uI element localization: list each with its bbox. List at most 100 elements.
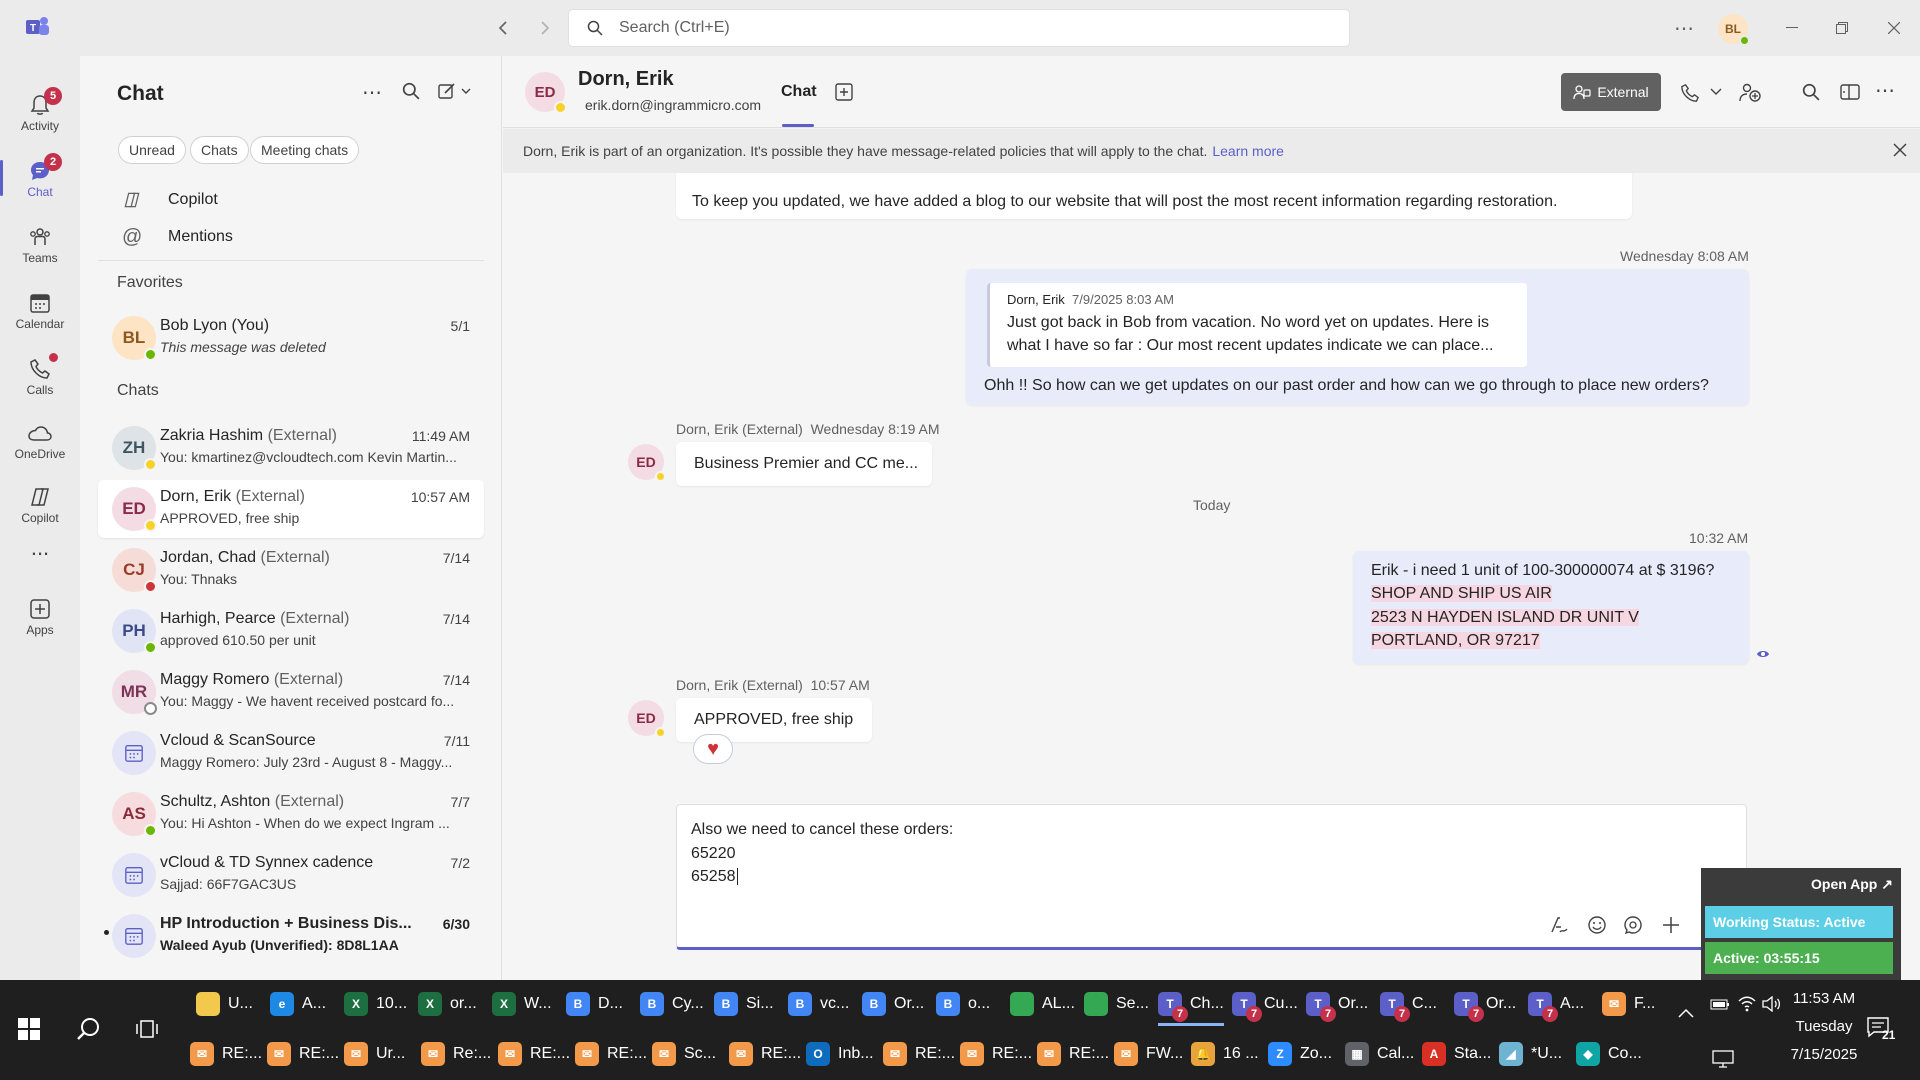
heart-reaction-icon[interactable]: ♥ <box>693 734 733 764</box>
message-bubble[interactable]: To keep you updated, we have added a blo… <box>676 173 1632 219</box>
search-input[interactable]: Search (Ctrl+E) <box>568 9 1350 47</box>
rail-calls[interactable]: Calls <box>0 346 80 406</box>
filter-chats[interactable]: Chats <box>190 136 249 164</box>
taskbar-app-button[interactable]: O Inb... <box>806 1032 874 1076</box>
message-bubble-own[interactable]: Dorn, Erik 7/9/2025 8:03 AM Just got bac… <box>966 269 1749 405</box>
contact-name[interactable]: Dorn, Erik <box>578 68 674 91</box>
taskbar-app-button[interactable]: ✉ F... <box>1602 982 1655 1026</box>
rail-calendar[interactable]: Calendar <box>0 280 80 340</box>
call-phone-icon[interactable] <box>1680 83 1700 103</box>
chat-list-item[interactable]: CJ Jordan, Chad (External) You: Thnaks 7/14 <box>98 541 484 599</box>
tab-chat[interactable]: Chat <box>781 83 817 101</box>
message-composer[interactable]: Also we need to cancel these orders: 652… <box>676 804 1747 950</box>
chat-search-icon[interactable] <box>402 82 420 100</box>
rail-chat[interactable]: 2 Chat <box>0 148 80 208</box>
taskbar-app-button[interactable]: X W... <box>492 982 552 1026</box>
clock-time[interactable]: 11:53 AM <box>1776 990 1872 1007</box>
taskbar-search-icon[interactable] <box>76 1016 102 1042</box>
taskbar-app-button[interactable]: ✉ FW... <box>1114 1032 1183 1076</box>
message-bubble[interactable]: Business Premier and CC me... <box>676 442 932 486</box>
taskbar-app-button[interactable]: ✉ Re:... <box>421 1032 491 1076</box>
rail-onedrive[interactable]: OneDrive <box>0 410 80 470</box>
sender-avatar[interactable]: ED <box>628 700 666 738</box>
maximize-icon[interactable] <box>1824 10 1860 46</box>
taskbar-app-button[interactable]: ✉ Sc... <box>652 1032 716 1076</box>
taskbar-app-button[interactable]: Bvc... <box>788 982 849 1026</box>
network-icon[interactable] <box>1712 1050 1734 1068</box>
favorites-header[interactable]: Favorites <box>117 274 183 292</box>
chat-list-item[interactable]: ZH Zakria Hashim (External) You: kmartinez… <box>98 419 484 477</box>
taskbar-app-button[interactable]: ✉ RE:... <box>575 1032 647 1076</box>
close-window-icon[interactable] <box>1876 10 1912 46</box>
format-icon[interactable] <box>1549 915 1569 935</box>
pop-out-icon[interactable] <box>1840 83 1860 101</box>
taskbar-app-button[interactable]: ▦ Cal... <box>1345 1032 1414 1076</box>
chat-list-item[interactable]: PH Harhigh, Pearce (External) approved 610… <box>98 602 484 660</box>
taskbar-app-button[interactable]: ✉ RE:... <box>498 1032 570 1076</box>
taskbar-app-button[interactable]: Xor... <box>418 982 477 1026</box>
taskbar-app-button[interactable]: ◢ *U... <box>1499 1032 1562 1076</box>
filter-unread[interactable]: Unread <box>118 136 186 164</box>
taskbar-app-button[interactable]: ✉ RE:... <box>1037 1032 1109 1076</box>
show-hidden-icons-icon[interactable] <box>1678 1008 1694 1018</box>
chat-list-item[interactable]: MR Maggy Romero (External) You: Maggy - We… <box>98 663 484 721</box>
wifi-icon[interactable] <box>1738 996 1756 1012</box>
nav-copilot[interactable]: Copilot <box>122 182 218 218</box>
taskbar-app-button[interactable]: ◆ Co... <box>1576 1032 1642 1076</box>
taskbar-app-button[interactable]: Z Zo... <box>1268 1032 1332 1076</box>
windows-start-icon[interactable] <box>18 1018 40 1040</box>
task-view-icon[interactable] <box>136 1018 158 1040</box>
minimize-icon[interactable] <box>1774 10 1810 46</box>
taskbar-app-button[interactable]: 🔔 16 ... <box>1191 1032 1259 1076</box>
taskbar-app-button[interactable]: X 10... <box>344 982 407 1026</box>
taskbar-app-button[interactable]: B Si... <box>714 982 774 1026</box>
chat-list-item[interactable]: ED Dorn, Erik (External) APPROVED, free sh… <box>98 480 484 538</box>
loop-component-icon[interactable] <box>1623 915 1643 935</box>
more-actions-icon[interactable]: ⋯ <box>1875 78 1895 103</box>
rail-apps[interactable]: Apps <box>0 586 80 646</box>
chats-header[interactable]: Chats <box>117 382 159 400</box>
chat-list-item[interactable]: Vcloud & ScanSource Maggy Romero: July 23… <box>98 724 484 782</box>
chat-list-item[interactable]: AS Schultz, Ashton (External) You: Hi Asht… <box>98 785 484 843</box>
quoted-reply[interactable]: Dorn, Erik 7/9/2025 8:03 AM Just got bac… <box>987 283 1527 367</box>
taskbar-app-button[interactable]: T 7 Or... <box>1306 982 1368 1026</box>
rail-teams[interactable]: Teams <box>0 214 80 274</box>
chat-list-item[interactable]: BL Bob Lyon (You) This message was deleted… <box>98 309 484 367</box>
message-bubble-own[interactable]: Erik - i need 1 unit of 100-300000074 at… <box>1353 551 1749 664</box>
rail-activity[interactable]: 5 Activity <box>0 82 80 142</box>
taskbar-app-button[interactable]: e A... <box>270 982 326 1026</box>
chat-list-more-icon[interactable]: ⋯ <box>362 80 382 105</box>
chat-list-item[interactable]: vCloud & TD Synnex cadence Sajjad: 66F7GA… <box>98 846 484 904</box>
taskbar-app-button[interactable]: ✉ Ur... <box>344 1032 405 1076</box>
add-people-icon[interactable] <box>1739 82 1763 104</box>
add-attachment-icon[interactable] <box>1661 915 1681 935</box>
taskbar-app-button[interactable]: T 7 Ch... <box>1158 982 1224 1026</box>
taskbar-app-button[interactable]: B Cy... <box>640 982 704 1026</box>
taskbar-app-button[interactable]: B D... <box>566 982 623 1026</box>
taskbar-app-button[interactable]: ✉ RE:... <box>190 1032 262 1076</box>
more-apps-icon[interactable]: ... <box>0 518 80 578</box>
taskbar-app-button[interactable]: U... <box>196 982 253 1026</box>
sender-avatar[interactable]: ED <box>628 444 666 482</box>
taskbar-app-button[interactable]: ✉ RE:... <box>960 1032 1032 1076</box>
external-badge[interactable]: External <box>1561 73 1661 111</box>
chat-list-item[interactable]: HP Introduction + Business Dis... Waleed … <box>98 907 484 965</box>
call-options-chevron-icon[interactable] <box>1710 88 1722 96</box>
learn-more-link[interactable]: Learn more <box>1212 143 1284 159</box>
contact-avatar[interactable]: ED <box>525 72 567 114</box>
filter-meeting-chats[interactable]: Meeting chats <box>250 136 360 164</box>
add-tab-icon[interactable] <box>834 82 854 102</box>
taskbar-app-button[interactable]: Se... <box>1084 982 1149 1026</box>
taskbar-app-button[interactable]: T 7 Or... <box>1454 982 1516 1026</box>
forward-arrow-icon[interactable] <box>526 10 562 46</box>
taskbar-app-button[interactable]: T 7 C... <box>1380 982 1437 1026</box>
user-avatar[interactable]: BL <box>1718 14 1750 46</box>
taskbar-app-button[interactable]: Bo... <box>936 982 990 1026</box>
battery-icon[interactable] <box>1710 996 1730 1012</box>
taskbar-app-button[interactable]: ✉ RE:... <box>729 1032 801 1076</box>
more-options-icon[interactable]: ⋯ <box>1666 10 1702 46</box>
taskbar-app-button[interactable]: ✉ RE:... <box>883 1032 955 1076</box>
nav-mentions[interactable]: @ Mentions <box>122 219 233 255</box>
teams-logo-icon[interactable]: T <box>24 14 50 40</box>
taskbar-app-button[interactable]: T 7 A... <box>1528 982 1584 1026</box>
